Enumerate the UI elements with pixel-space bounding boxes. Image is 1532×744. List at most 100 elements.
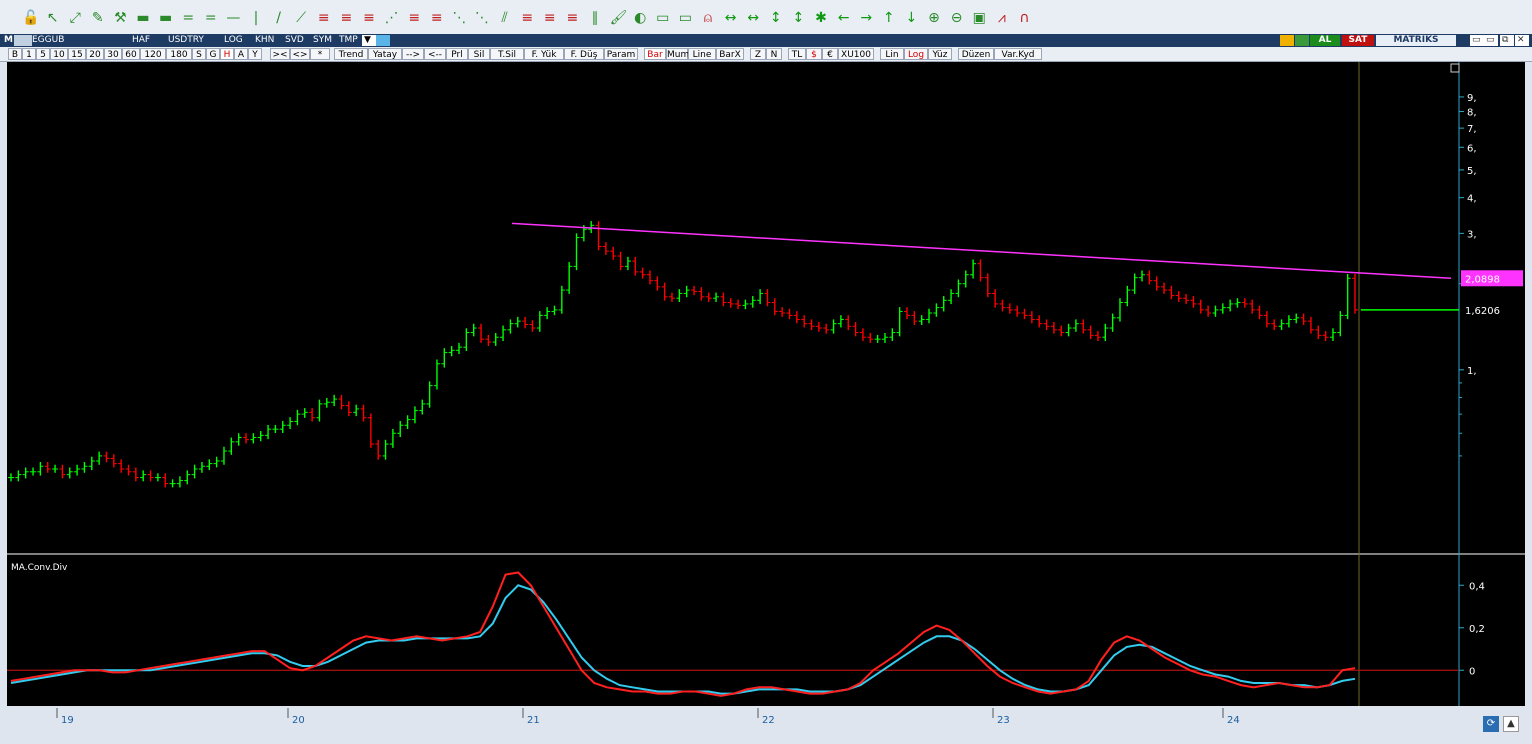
brush-icon[interactable]: 🖌 xyxy=(610,10,628,26)
misc-button-2[interactable]: TL xyxy=(788,48,806,60)
arrows-h-icon[interactable]: ↔ xyxy=(723,10,739,26)
arch-icon[interactable]: ∩ xyxy=(1016,10,1032,26)
period-button-a[interactable]: A xyxy=(234,48,248,60)
dropdown-arrow-icon[interactable]: ▼ xyxy=(362,35,376,46)
bell-icon[interactable]: ⍝ xyxy=(700,10,716,26)
lines-icon[interactable]: ∥ xyxy=(587,10,603,26)
price-chart-svg[interactable]: 9, 8, 7, 6, 5, 4, 3, 1, 2,0898 1,6206 MA.Conv.Div 0… xyxy=(7,62,1525,706)
misc-button-3[interactable]: $ xyxy=(806,48,822,60)
fibo-icon[interactable]: ≡ xyxy=(542,10,558,26)
misc-button-5[interactable]: XU100 xyxy=(838,48,874,60)
arrow-right-icon[interactable]: → xyxy=(858,10,874,26)
tool-button-4[interactable]: Prl xyxy=(446,48,468,60)
arrows-v-icon[interactable]: ↕ xyxy=(768,10,784,26)
arrows-v-icon[interactable]: ↕ xyxy=(790,10,806,26)
tool-button-6[interactable]: T.Sil xyxy=(490,48,524,60)
trendline-icon[interactable]: / xyxy=(271,10,287,26)
period-button-s[interactable]: S xyxy=(192,48,206,60)
tool-button-7[interactable]: F. Yük xyxy=(524,48,564,60)
lock-icon[interactable]: 🔓 xyxy=(22,10,39,26)
arrow-down-icon[interactable]: ↓ xyxy=(903,10,919,26)
fibo-icon[interactable]: ≡ xyxy=(429,10,445,26)
sym-button[interactable]: SYM xyxy=(311,35,334,46)
ruler-icon[interactable]: ▬ xyxy=(158,10,174,26)
arrows-h-icon[interactable]: ↔ xyxy=(745,10,761,26)
misc-button-6[interactable]: Lin xyxy=(880,48,904,60)
arrow-up-icon[interactable]: ↑ xyxy=(881,10,897,26)
twitter-icon[interactable] xyxy=(376,35,390,46)
style-button-bar[interactable]: Bar xyxy=(644,48,666,60)
hline-icon[interactable]: — xyxy=(225,10,241,26)
tool-button-2[interactable]: --> xyxy=(402,48,424,60)
channel-icon[interactable]: ⫽ xyxy=(497,10,513,26)
tmp-button[interactable]: TMP xyxy=(337,35,360,46)
restore-icon[interactable]: ⧉ xyxy=(1500,35,1514,46)
tools-icon[interactable]: ⚒ xyxy=(112,10,128,26)
refresh-chart-icon[interactable]: ⟳ xyxy=(1483,716,1499,732)
star-icon[interactable]: ✱ xyxy=(813,10,829,26)
nav-button-1[interactable]: <> xyxy=(290,48,310,60)
period-button-30[interactable]: 30 xyxy=(104,48,122,60)
chart-icon[interactable]: ⩘ xyxy=(994,10,1010,26)
box-icon[interactable]: ▣ xyxy=(971,10,987,26)
note-icon[interactable]: ▭ xyxy=(677,10,693,26)
gann-icon[interactable]: ⋱ xyxy=(474,10,490,26)
currency-field[interactable]: USDTRY xyxy=(166,35,206,46)
misc-button-4[interactable]: € xyxy=(822,48,838,60)
period-button-20[interactable]: 20 xyxy=(86,48,104,60)
period-field[interactable]: HAF xyxy=(130,35,152,46)
tool-button-9[interactable]: Param xyxy=(604,48,638,60)
parallel-icon[interactable]: = xyxy=(203,10,219,26)
close-icon[interactable]: ✕ xyxy=(1515,35,1529,46)
tool-button-1[interactable]: Yatay xyxy=(368,48,402,60)
misc-button-0[interactable]: Z xyxy=(750,48,766,60)
nav-button-2[interactable]: * xyxy=(310,48,330,60)
minimize-icon[interactable]: ▭ xyxy=(1470,35,1484,46)
period-button-h[interactable]: H xyxy=(220,48,234,60)
fibo-icon[interactable]: ≡ xyxy=(316,10,332,26)
period-button-5[interactable]: 5 xyxy=(36,48,50,60)
tool-button-3[interactable]: <-- xyxy=(424,48,446,60)
tool-button-8[interactable]: F. Düş xyxy=(564,48,604,60)
pencil-icon[interactable]: ✎ xyxy=(90,10,106,26)
tool-button-5[interactable]: Sil xyxy=(468,48,490,60)
maximize-icon[interactable]: ▭ xyxy=(1484,35,1498,46)
style-button-mum[interactable]: Mum xyxy=(666,48,689,60)
period-button-180[interactable]: 180 xyxy=(166,48,192,60)
equals-icon[interactable]: = xyxy=(180,10,196,26)
ray-icon[interactable]: ⟋ xyxy=(293,10,309,26)
log-button[interactable]: LOG xyxy=(222,35,245,46)
fibo-icon[interactable]: ≡ xyxy=(361,10,377,26)
nav-button-0[interactable]: >< xyxy=(270,48,290,60)
vline-icon[interactable]: | xyxy=(248,10,264,26)
tool-button-0[interactable]: Trend xyxy=(334,48,368,60)
gann-icon[interactable]: ⋱ xyxy=(451,10,467,26)
buy-button[interactable]: AL xyxy=(1310,35,1340,46)
resize-icon[interactable]: ⤢ xyxy=(67,10,83,26)
period-button-g[interactable]: G xyxy=(206,48,220,60)
period-button-b[interactable]: B xyxy=(8,48,22,60)
cursor-icon[interactable]: ↖ xyxy=(45,10,61,26)
fibo-icon[interactable]: ≡ xyxy=(406,10,422,26)
period-button-10[interactable]: 10 xyxy=(50,48,68,60)
ruler-icon[interactable]: ▬ xyxy=(135,10,151,26)
arrow-left-icon[interactable]: ← xyxy=(836,10,852,26)
fibo-icon[interactable]: ≡ xyxy=(519,10,535,26)
period-button-y[interactable]: Y xyxy=(248,48,262,60)
misc-button-9[interactable]: Düzen xyxy=(958,48,994,60)
zoom-out-icon[interactable]: ⊖ xyxy=(949,10,965,26)
note-icon[interactable]: ▭ xyxy=(655,10,671,26)
bolt-icon[interactable] xyxy=(1280,35,1294,46)
misc-button-10[interactable]: Var.Kyd xyxy=(994,48,1042,60)
refresh-icon[interactable] xyxy=(1295,35,1309,46)
misc-button-7[interactable]: Log xyxy=(904,48,928,60)
sell-button[interactable]: SAT xyxy=(1342,35,1374,46)
fan-icon[interactable]: ⋰ xyxy=(384,10,400,26)
style-button-barx[interactable]: BarX xyxy=(716,48,744,60)
paint-icon[interactable]: ◐ xyxy=(632,10,648,26)
collapse-icon[interactable]: ▲ xyxy=(1503,716,1519,732)
zoom-in-icon[interactable]: ⊕ xyxy=(926,10,942,26)
chart-area[interactable]: 9, 8, 7, 6, 5, 4, 3, 1, 2,0898 1,6206 MA.Conv.Div 0… xyxy=(7,62,1525,706)
period-button-120[interactable]: 120 xyxy=(140,48,166,60)
misc-button-8[interactable]: Yüz xyxy=(928,48,952,60)
